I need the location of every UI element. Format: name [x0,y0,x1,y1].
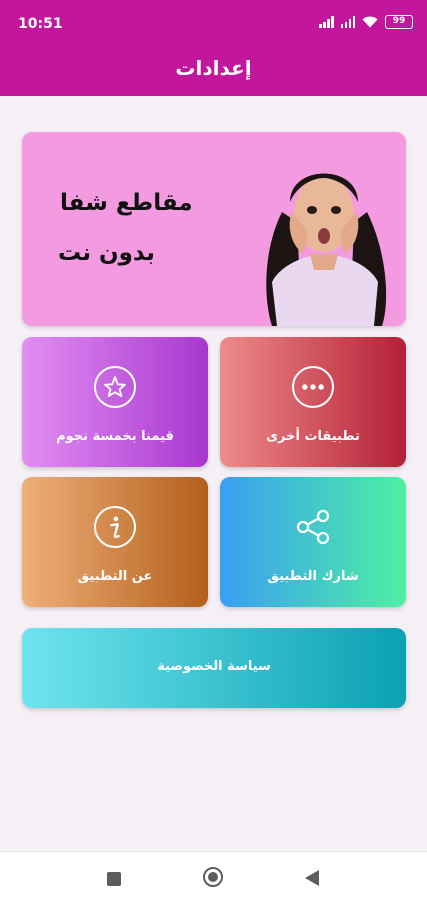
girl-photo [266,173,387,326]
app-header: 10:51 99 إعدادات [0,0,427,96]
rate-five-stars-button[interactable]: قيمنا بخمسة نجوم [22,337,208,467]
rate-label: قيمنا بخمسة نجوم [56,429,174,444]
privacy-policy-button[interactable]: سياسة الخصوصية [22,628,406,708]
share-icon [296,509,330,545]
other-apps-label: تطبيقات أخرى [266,429,360,444]
page-title: إعدادات [175,56,252,80]
banner-line-2: بدون نت [58,240,155,266]
share-app-button[interactable]: شارك التطبيق [220,477,406,607]
recents-icon[interactable] [107,872,121,886]
about-app-button[interactable]: عن التطبيق [22,477,208,607]
status-time: 10:51 [18,16,63,32]
app-banner[interactable]: مقاطع شفا بدون نت [22,132,406,326]
battery-icon: 99 [385,15,413,29]
star-icon [94,366,136,408]
signal-icon-2 [340,16,355,28]
system-nav-bar [0,851,427,900]
signal-icon [319,16,334,28]
back-icon[interactable] [305,870,319,886]
privacy-label: سياسة الخصوصية [157,659,271,674]
share-label: شارك التطبيق [267,569,359,584]
status-icons: 99 [319,15,413,29]
status-bar: 10:51 99 [0,0,427,44]
other-apps-button[interactable]: تطبيقات أخرى [220,337,406,467]
about-label: عن التطبيق [77,569,153,584]
more-dots-icon [292,366,334,408]
banner-line-1: مقاطع شفا [60,190,193,216]
home-icon[interactable] [203,867,223,887]
wifi-icon [362,16,378,28]
info-icon [94,506,136,548]
